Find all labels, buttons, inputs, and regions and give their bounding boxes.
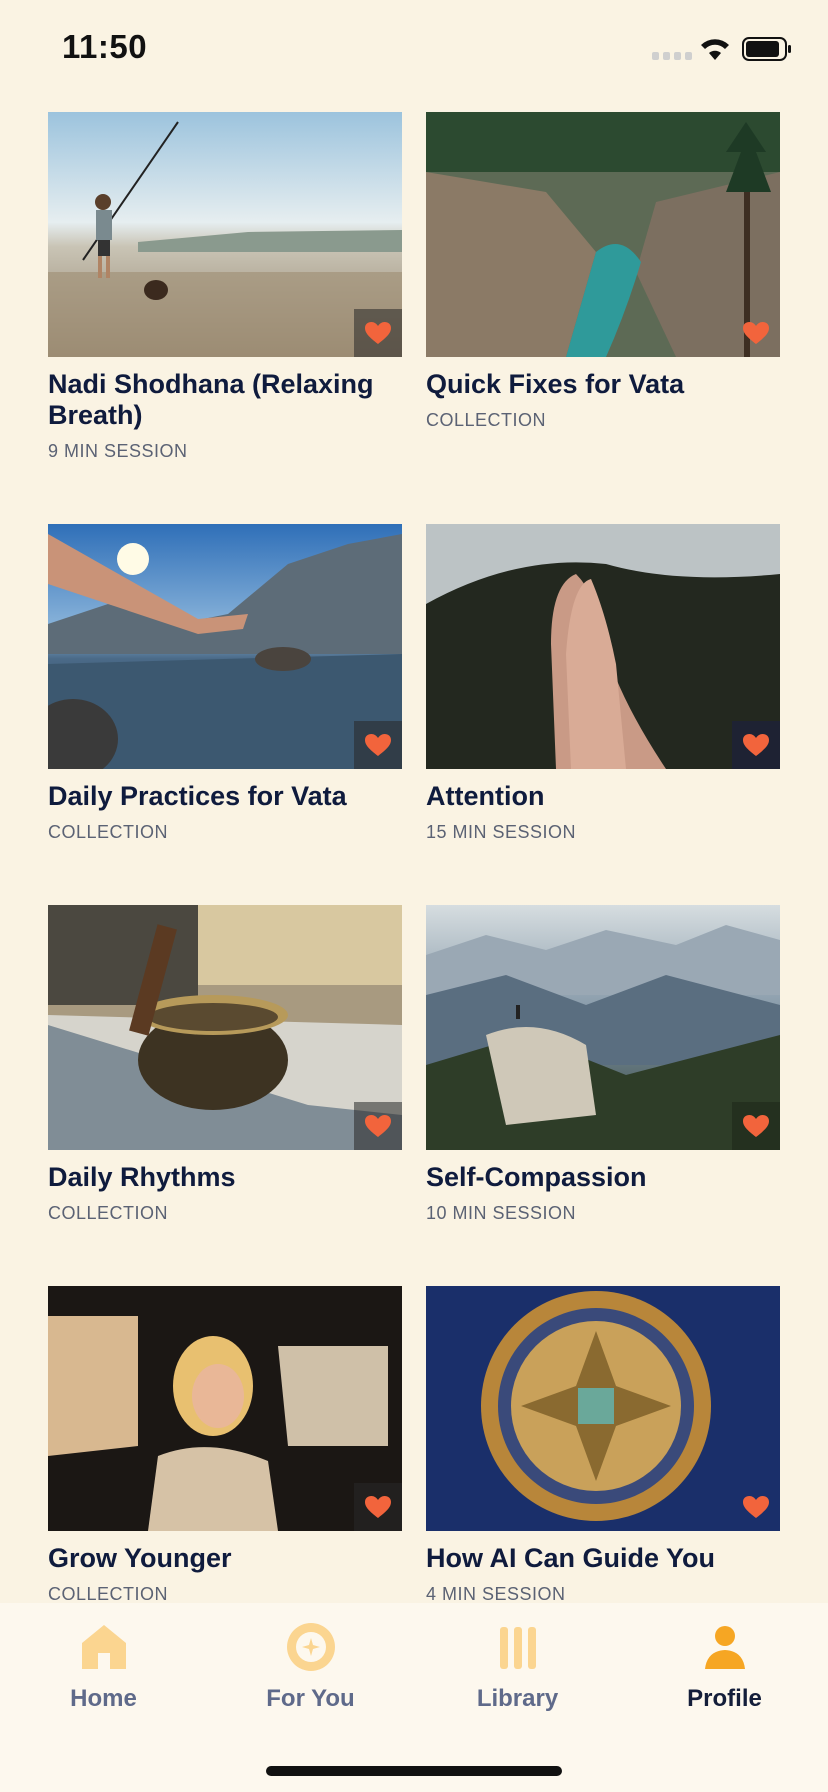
- card-subtitle: 10 MIN SESSION: [426, 1203, 577, 1223]
- heart-icon: [365, 734, 391, 756]
- content-card[interactable]: Self-Compassion 10 MIN SESSION: [426, 905, 780, 1224]
- for-you-icon: [286, 1623, 335, 1671]
- card-subtitle: COLLECTION: [48, 1203, 169, 1223]
- card-subtitle: COLLECTION: [48, 1584, 169, 1604]
- card-subtitle: 15 MIN SESSION: [426, 822, 577, 842]
- heart-icon: [743, 322, 769, 344]
- content-card[interactable]: Quick Fixes for Vata COLLECTION: [426, 112, 780, 431]
- card-image[interactable]: [48, 524, 402, 769]
- content-card[interactable]: Attention 15 MIN SESSION: [426, 524, 780, 843]
- tab-profile[interactable]: Profile: [621, 1603, 828, 1723]
- tab-label: Library: [476, 1685, 559, 1712]
- favorite-button[interactable]: [732, 1483, 780, 1531]
- content-card[interactable]: Daily Rhythms COLLECTION: [48, 905, 402, 1224]
- content-card[interactable]: Grow Younger COLLECTION: [48, 1286, 402, 1605]
- card-title: How AI Can Guide You: [426, 1543, 716, 1573]
- content-card[interactable]: Nadi Shodhana (Relaxing Breath) 9 MIN SE…: [48, 112, 402, 462]
- card-subtitle: 4 MIN SESSION: [426, 1584, 566, 1604]
- card-image[interactable]: [48, 112, 402, 357]
- tab-bar: Home For You Library Profile: [0, 1603, 828, 1792]
- tab-for-you[interactable]: For You: [207, 1603, 414, 1723]
- beach-fishing-image: [48, 112, 402, 357]
- card-title: Daily Practices for Vata: [48, 781, 347, 811]
- heart-icon: [365, 1115, 391, 1137]
- card-image[interactable]: [48, 905, 402, 1150]
- card-title: Nadi Shodhana (Relaxing Breath): [48, 369, 374, 430]
- tab-label: Profile: [687, 1685, 762, 1712]
- content-card[interactable]: Daily Practices for Vata COLLECTION: [48, 524, 402, 843]
- card-subtitle: 9 MIN SESSION: [48, 441, 188, 461]
- card-title: Attention: [426, 781, 545, 811]
- tab-home[interactable]: Home: [0, 1603, 207, 1723]
- prayer-hands-image: [426, 524, 780, 769]
- status-time: 11:50: [62, 28, 148, 65]
- favorite-button[interactable]: [354, 1102, 402, 1150]
- wifi-icon: [701, 39, 729, 60]
- woman-in-car-image: [48, 1286, 402, 1531]
- battery-icon: [742, 37, 791, 61]
- content-card[interactable]: How AI Can Guide You 4 MIN SESSION: [426, 1286, 780, 1605]
- tab-library[interactable]: Library: [414, 1603, 621, 1723]
- card-title: Daily Rhythms: [48, 1162, 236, 1192]
- card-subtitle: COLLECTION: [48, 822, 169, 842]
- favorite-button[interactable]: [732, 309, 780, 357]
- favorite-button[interactable]: [354, 309, 402, 357]
- mountain-lake-image: [48, 524, 402, 769]
- favorite-button[interactable]: [732, 721, 780, 769]
- card-title: Self-Compassion: [426, 1162, 647, 1192]
- status-bar: 11:50: [0, 0, 828, 100]
- canyon-river-image: [426, 112, 780, 357]
- golden-mandala-image: [426, 1286, 780, 1531]
- card-title: Quick Fixes for Vata: [426, 369, 685, 399]
- heart-icon: [743, 1115, 769, 1137]
- mountain-overlook-image: [426, 905, 780, 1150]
- home-icon: [81, 1625, 126, 1669]
- profile-icon: [704, 1626, 745, 1669]
- library-icon: [499, 1627, 536, 1669]
- favorite-button[interactable]: [732, 1102, 780, 1150]
- favorite-button[interactable]: [354, 721, 402, 769]
- favorite-button[interactable]: [354, 1483, 402, 1531]
- card-image[interactable]: [426, 524, 780, 769]
- tab-label: Home: [70, 1685, 137, 1712]
- heart-icon: [365, 1496, 391, 1518]
- card-image[interactable]: [426, 112, 780, 357]
- tab-label: For You: [266, 1685, 355, 1712]
- card-title: Grow Younger: [48, 1543, 232, 1573]
- cellular-signal-icon: [652, 52, 692, 60]
- card-image[interactable]: [426, 905, 780, 1150]
- heart-icon: [743, 1496, 769, 1518]
- card-image[interactable]: [48, 1286, 402, 1531]
- card-subtitle: COLLECTION: [426, 410, 547, 430]
- singing-bowl-image: [48, 905, 402, 1150]
- heart-icon: [743, 734, 769, 756]
- heart-icon: [365, 322, 391, 344]
- card-image[interactable]: [426, 1286, 780, 1531]
- home-indicator: [266, 1766, 562, 1776]
